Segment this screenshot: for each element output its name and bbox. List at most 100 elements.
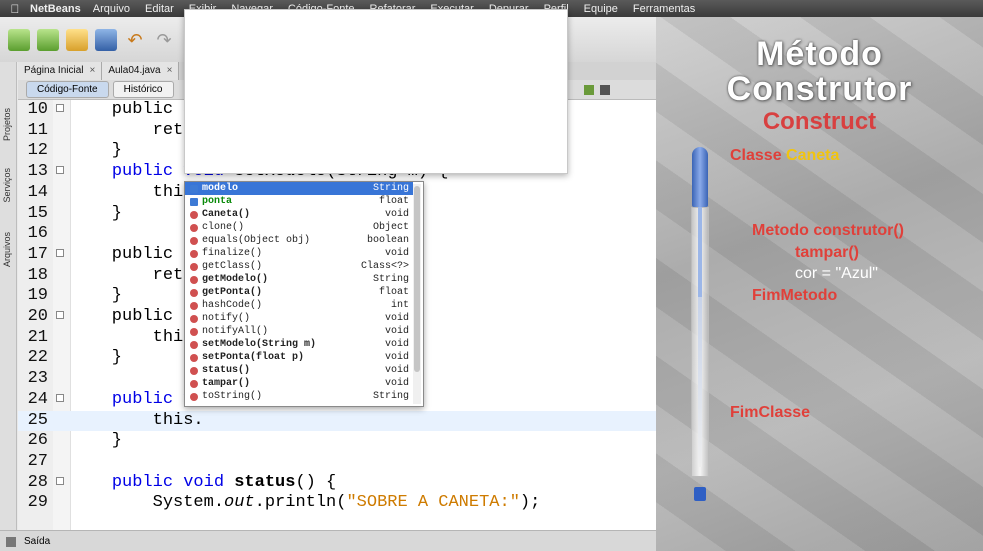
pseudo-call-line: tampar() — [795, 244, 860, 261]
scrollbar-thumb[interactable] — [414, 186, 420, 372]
line-number: 17 — [27, 244, 48, 264]
apple-icon[interactable]:  — [0, 2, 30, 16]
completion-name: getModelo() — [202, 274, 269, 285]
pen-illustration — [684, 147, 714, 507]
method-icon — [190, 367, 198, 375]
completion-type: void — [384, 313, 409, 324]
line-number: 28 — [27, 472, 48, 492]
completion-name: setPonta(float p) — [202, 352, 305, 363]
completion-name: finalize() — [202, 248, 263, 259]
completion-type: Class<?> — [360, 261, 409, 272]
fold-toggle-icon[interactable] — [56, 248, 64, 257]
completion-name: toString() — [202, 391, 263, 402]
method-icon — [190, 276, 198, 284]
completion-item[interactable]: notify() void — [185, 312, 413, 325]
completion-item[interactable]: clone() Object — [185, 221, 413, 234]
tab-aula04[interactable]: Aula04.java × — [102, 62, 180, 80]
completion-item[interactable]: modelo String — [185, 182, 413, 195]
code-fragment: System. — [71, 493, 225, 513]
history-view-button[interactable]: Histórico — [112, 81, 174, 98]
menu-item[interactable]: Equipe — [584, 3, 618, 15]
line-number: 13 — [27, 162, 48, 182]
code-line: 28 public void status() { — [18, 473, 656, 494]
method-icon — [190, 302, 198, 310]
line-number: 27 — [27, 451, 48, 471]
method-icon — [190, 380, 198, 388]
completion-item[interactable]: getPonta() float — [185, 286, 413, 299]
line-number: 23 — [27, 369, 48, 389]
completion-item[interactable]: status() void — [185, 364, 413, 377]
code-fragment: public S — [71, 100, 194, 119]
completion-item[interactable]: getModelo() String — [185, 273, 413, 286]
completion-scrollbar[interactable] — [413, 184, 421, 404]
code-fragment: this. — [71, 410, 204, 430]
completion-item[interactable]: getClass() Class<?> — [185, 260, 413, 273]
new-project-icon[interactable] — [37, 28, 59, 51]
completion-item[interactable]: equals(Object obj) boolean — [185, 234, 413, 247]
code-text: public — [71, 307, 183, 328]
completion-type: float — [378, 287, 409, 298]
line-number: 22 — [27, 348, 48, 368]
line-number: 26 — [27, 431, 48, 451]
line-number: 16 — [27, 224, 48, 244]
files-panel-tab[interactable]: Arquivos — [2, 232, 12, 267]
line-number: 19 — [27, 286, 48, 306]
completion-name: getPonta() — [202, 287, 263, 298]
completion-item[interactable]: notifyAll() void — [185, 325, 413, 338]
method-icon — [190, 341, 198, 349]
method-icon — [190, 393, 198, 401]
method-icon — [190, 224, 198, 232]
code-completion-popup[interactable]: modelo String ponta float Caneta() void clone(… — [184, 181, 424, 407]
completion-type: float — [378, 196, 409, 207]
completion-item[interactable]: toString() String — [185, 390, 413, 403]
fold-toggle-icon[interactable] — [56, 104, 64, 112]
undo-icon[interactable]: ↶ — [124, 29, 146, 51]
slide-subtitle: Construct — [762, 108, 877, 135]
line-number: 21 — [27, 327, 48, 347]
completion-type: int — [390, 300, 409, 311]
completion-item[interactable]: hashCode() int — [185, 299, 413, 312]
stop-macro-icon[interactable] — [600, 85, 610, 95]
close-icon[interactable]: × — [167, 65, 173, 76]
lecture-slide: Método Construtor Construct Classe Canet… — [656, 17, 983, 551]
code-fragment: } — [71, 203, 123, 223]
completion-item[interactable]: tampar() void — [185, 377, 413, 390]
completion-item[interactable]: ponta float — [185, 195, 413, 208]
menu-item[interactable]: Arquivo — [93, 3, 130, 15]
method-name: construtor() — [813, 222, 904, 239]
services-panel-tab[interactable]: Serviços — [2, 168, 12, 203]
completion-item[interactable]: Caneta() void — [185, 208, 413, 221]
output-tab[interactable]: Saída — [24, 536, 50, 547]
fold-toggle-icon[interactable] — [56, 393, 64, 402]
completion-type: void — [384, 352, 409, 363]
open-project-icon[interactable] — [66, 28, 88, 51]
toggle-comment-icon[interactable] — [584, 85, 594, 95]
redo-icon[interactable]: ↷ — [153, 29, 175, 51]
menu-item[interactable]: Ferramentas — [633, 3, 695, 15]
completion-item[interactable]: finalize() void — [185, 247, 413, 260]
code-text: System.out.println("SOBRE A CANETA:"); — [71, 493, 541, 514]
source-view-button[interactable]: Código-Fonte — [26, 81, 109, 98]
method-icon — [190, 250, 198, 258]
save-all-icon[interactable] — [95, 28, 117, 51]
projects-panel-tab[interactable]: Projetos — [2, 108, 12, 141]
completion-item[interactable]: setPonta(float p) void — [185, 351, 413, 364]
menu-item[interactable]: Editar — [145, 3, 174, 15]
code-fragment: retu — [71, 265, 194, 285]
code-text: } — [71, 348, 122, 369]
completion-item[interactable]: setModelo(String m) void — [185, 338, 413, 351]
fold-toggle-icon[interactable] — [56, 166, 64, 175]
code-text: public — [71, 245, 183, 266]
side-panel-strip: Projetos Serviços Arquivos — [0, 62, 17, 532]
fold-toggle-icon[interactable] — [56, 476, 64, 485]
tab-label: Página Inicial — [24, 65, 84, 76]
method-icon — [190, 328, 198, 336]
code-fragment: } — [71, 348, 123, 368]
new-file-icon[interactable] — [8, 28, 30, 51]
fold-toggle-icon[interactable] — [56, 311, 64, 319]
close-icon[interactable]: × — [89, 65, 95, 76]
tab-start-page[interactable]: Página Inicial × — [18, 62, 103, 80]
app-name[interactable]: NetBeans — [30, 3, 81, 15]
code-fragment: ); — [519, 493, 541, 513]
class-name: Caneta — [786, 147, 840, 164]
